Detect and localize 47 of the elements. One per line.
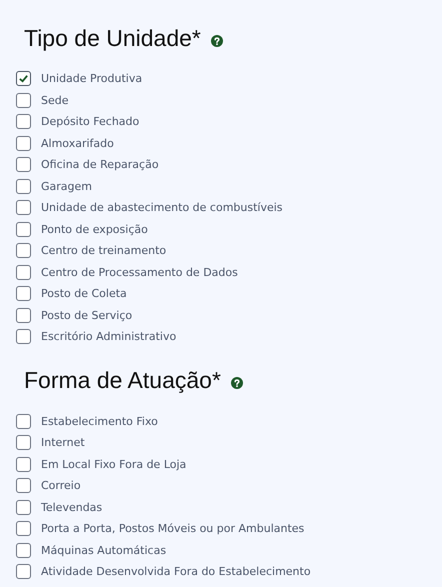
option-label: Internet xyxy=(41,436,85,450)
option-label: Atividade Desenvolvida Fora do Estabelecimento xyxy=(41,565,311,578)
checkbox[interactable] xyxy=(16,329,31,344)
checkbox[interactable] xyxy=(16,92,31,108)
option-label: Porta a Porta, Postos Móveis ou por Ambulantes xyxy=(41,522,304,536)
option-label: Posto de Serviço xyxy=(41,308,132,322)
check-icon xyxy=(18,73,29,84)
option-label: Garagem xyxy=(41,180,92,193)
checkbox[interactable] xyxy=(16,414,31,429)
option-label: Correio xyxy=(41,479,81,492)
option-label: Depósito Fechado xyxy=(41,115,140,128)
help-icon[interactable] xyxy=(210,34,223,46)
checkbox[interactable] xyxy=(16,500,31,515)
help-icon[interactable] xyxy=(230,377,243,389)
checkbox[interactable] xyxy=(16,114,31,130)
option-label: Sede xyxy=(41,94,68,107)
checkbox[interactable] xyxy=(16,564,31,580)
checkbox[interactable] xyxy=(16,200,31,216)
option-label: Centro de Processamento de Dados xyxy=(41,266,238,279)
checkbox[interactable] xyxy=(16,478,31,494)
option-label: Televendas xyxy=(41,500,102,514)
checkbox[interactable] xyxy=(16,521,31,536)
option-label: Ponto de exposição xyxy=(41,222,148,236)
option-label: Oficina de Reparação xyxy=(41,158,159,172)
section-title: Forma de Atuação* xyxy=(24,367,221,394)
checkbox[interactable] xyxy=(16,222,31,237)
option-label: Unidade Produtiva xyxy=(41,72,142,86)
option-label: Máquinas Automáticas xyxy=(41,544,166,557)
checkbox[interactable] xyxy=(16,456,31,472)
option-label: Posto de Coleta xyxy=(41,287,127,300)
checkbox[interactable] xyxy=(16,71,31,86)
option-label: Estabelecimento Fixo xyxy=(41,414,158,428)
option-label: Em Local Fixo Fora de Loja xyxy=(41,458,186,471)
checkbox[interactable] xyxy=(16,264,31,280)
checkbox[interactable] xyxy=(16,178,31,194)
section-title: Tipo de Unidade* xyxy=(24,24,201,52)
checkbox[interactable] xyxy=(16,243,31,258)
option-label: Unidade de abastecimento de combustíveis xyxy=(41,201,283,214)
option-label: Almoxarifado xyxy=(41,136,114,150)
checkbox[interactable] xyxy=(16,435,31,450)
option-label: Escritório Administrativo xyxy=(41,330,176,344)
option-label: Centro de treinamento xyxy=(41,244,166,258)
checkbox[interactable] xyxy=(16,286,31,302)
checkbox[interactable] xyxy=(16,542,31,558)
checkbox[interactable] xyxy=(16,136,31,151)
checkbox[interactable] xyxy=(16,308,31,323)
checkbox[interactable] xyxy=(16,157,31,172)
